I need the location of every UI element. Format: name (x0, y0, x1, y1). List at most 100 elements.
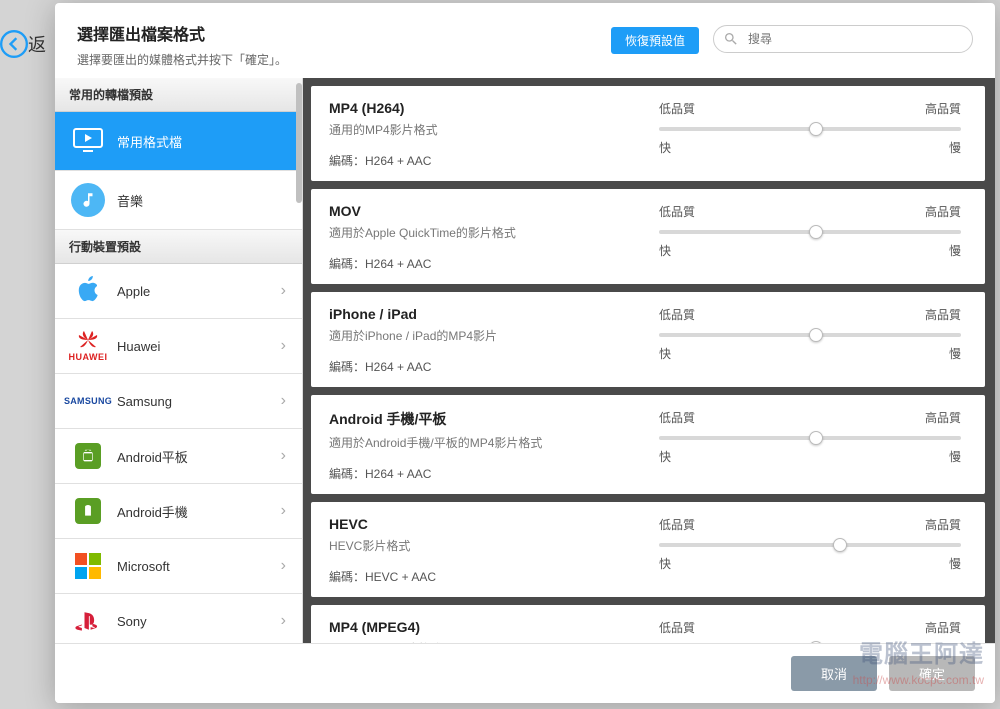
sidebar-item-huawei[interactable]: HUAWEI Huawei › (55, 319, 302, 374)
format-name: MOV (329, 203, 659, 219)
android-tablet-icon (71, 439, 105, 473)
modal-body: 常用的轉檔預設 常用格式檔 音樂 行動裝置預設 Apple › (55, 78, 995, 643)
quality-slider[interactable] (659, 127, 961, 131)
format-codec: 編碼：H264 + AAC (329, 358, 659, 375)
sidebar-section-common: 常用的轉檔預設 (55, 78, 302, 112)
quality-low-label: 低品質 (659, 203, 695, 220)
search-icon (723, 31, 739, 47)
format-card[interactable]: HEVC HEVC影片格式 編碼：HEVC + AAC 低品質 高品質 快 慢 (311, 502, 985, 597)
format-name: HEVC (329, 516, 659, 532)
format-description: 通用的MP4影片格式 (329, 121, 659, 138)
quality-high-label: 高品質 (925, 409, 961, 426)
back-arrow-icon (0, 30, 28, 58)
search-field (713, 25, 973, 53)
sidebar-item-label: 音樂 (117, 191, 286, 210)
format-description: PC通用MP4影片格式 (329, 640, 659, 643)
playstation-icon (71, 604, 105, 638)
modal-subtitle: 選擇要匯出的媒體格式并按下「確定」。 (77, 51, 611, 68)
speed-fast-label: 快 (659, 448, 671, 465)
quality-slider[interactable] (659, 333, 961, 337)
sidebar-item-android-tablet[interactable]: Android平板 › (55, 429, 302, 484)
format-name: iPhone / iPad (329, 306, 659, 322)
speed-fast-label: 快 (659, 555, 671, 572)
export-format-modal: 選擇匯出檔案格式 選擇要匯出的媒體格式并按下「確定」。 恢復預設值 常用的轉檔預… (55, 3, 995, 703)
sidebar-item-label: Microsoft (117, 559, 281, 574)
format-card[interactable]: iPhone / iPad 適用於iPhone / iPad的MP4影片 編碼：… (311, 292, 985, 387)
modal-footer: 取消 確定 (55, 643, 995, 703)
format-list[interactable]: MP4 (H264) 通用的MP4影片格式 編碼：H264 + AAC 低品質 … (303, 78, 995, 643)
format-description: 適用於Apple QuickTime的影片格式 (329, 224, 659, 241)
quality-low-label: 低品質 (659, 516, 695, 533)
format-name: Android 手機/平板 (329, 409, 659, 429)
speed-slow-label: 慢 (949, 345, 961, 362)
quality-slider[interactable] (659, 543, 961, 547)
format-name: MP4 (H264) (329, 100, 659, 116)
speed-fast-label: 快 (659, 345, 671, 362)
speed-fast-label: 快 (659, 139, 671, 156)
format-codec: 編碼：H264 + AAC (329, 152, 659, 169)
speed-slow-label: 慢 (949, 139, 961, 156)
back-label: 返 (28, 31, 46, 57)
huawei-icon: HUAWEI (71, 329, 105, 363)
sidebar-item-label: Sony (117, 614, 281, 629)
back-button[interactable]: 返 (0, 30, 46, 58)
sidebar-item-label: Android平板 (117, 447, 281, 466)
sidebar-item-apple[interactable]: Apple › (55, 264, 302, 319)
chevron-right-icon: › (281, 337, 286, 355)
quality-high-label: 高品質 (925, 100, 961, 117)
sidebar-item-samsung[interactable]: SAMSUNG Samsung › (55, 374, 302, 429)
modal-title: 選擇匯出檔案格式 (77, 21, 611, 45)
speed-slow-label: 慢 (949, 555, 961, 572)
sidebar-item-label: 常用格式檔 (117, 132, 286, 151)
slider-thumb[interactable] (833, 538, 847, 552)
sidebar-section-devices: 行動裝置預設 (55, 230, 302, 264)
chevron-right-icon: › (281, 447, 286, 465)
chevron-right-icon: › (281, 392, 286, 410)
speed-slow-label: 慢 (949, 448, 961, 465)
format-card[interactable]: Android 手機/平板 適用於Android手機/平板的MP4影片格式 編碼… (311, 395, 985, 494)
samsung-icon: SAMSUNG (71, 384, 105, 418)
quality-slider[interactable] (659, 436, 961, 440)
sidebar-item-music[interactable]: 音樂 (55, 171, 302, 230)
monitor-play-icon (71, 124, 105, 158)
reset-defaults-button[interactable]: 恢復預設值 (611, 27, 699, 54)
ok-button[interactable]: 確定 (889, 656, 975, 691)
sidebar-item-label: Samsung (117, 394, 281, 409)
search-input[interactable] (713, 25, 973, 53)
sidebar[interactable]: 常用的轉檔預設 常用格式檔 音樂 行動裝置預設 Apple › (55, 78, 303, 643)
quality-high-label: 高品質 (925, 306, 961, 323)
format-name: MP4 (MPEG4) (329, 619, 659, 635)
apple-icon (71, 274, 105, 308)
chevron-right-icon: › (281, 612, 286, 630)
format-codec: 編碼：HEVC + AAC (329, 568, 659, 585)
quality-slider[interactable] (659, 230, 961, 234)
slider-thumb[interactable] (809, 431, 823, 445)
sidebar-item-microsoft[interactable]: Microsoft › (55, 539, 302, 594)
format-card[interactable]: MOV 適用於Apple QuickTime的影片格式 編碼：H264 + AA… (311, 189, 985, 284)
sidebar-item-label: Android手機 (117, 502, 281, 521)
slider-thumb[interactable] (809, 641, 823, 643)
quality-low-label: 低品質 (659, 100, 695, 117)
quality-low-label: 低品質 (659, 619, 695, 636)
slider-thumb[interactable] (809, 122, 823, 136)
format-card[interactable]: MP4 (H264) 通用的MP4影片格式 編碼：H264 + AAC 低品質 … (311, 86, 985, 181)
slider-thumb[interactable] (809, 225, 823, 239)
quality-low-label: 低品質 (659, 306, 695, 323)
speed-slow-label: 慢 (949, 242, 961, 259)
modal-header: 選擇匯出檔案格式 選擇要匯出的媒體格式并按下「確定」。 恢復預設值 (55, 3, 995, 78)
format-card[interactable]: MP4 (MPEG4) PC通用MP4影片格式 編碼：MPEG4 + AAC 低… (311, 605, 985, 643)
slider-thumb[interactable] (809, 328, 823, 342)
speed-fast-label: 快 (659, 242, 671, 259)
sidebar-item-android-phone[interactable]: Android手機 › (55, 484, 302, 539)
quality-high-label: 高品質 (925, 619, 961, 636)
quality-high-label: 高品質 (925, 203, 961, 220)
chevron-right-icon: › (281, 282, 286, 300)
chevron-right-icon: › (281, 502, 286, 520)
format-description: HEVC影片格式 (329, 537, 659, 554)
sidebar-item-common-formats[interactable]: 常用格式檔 (55, 112, 302, 171)
sidebar-item-sony[interactable]: Sony › (55, 594, 302, 643)
quality-low-label: 低品質 (659, 409, 695, 426)
sidebar-item-label: Huawei (117, 339, 281, 354)
cancel-button[interactable]: 取消 (791, 656, 877, 691)
music-note-icon (71, 183, 105, 217)
